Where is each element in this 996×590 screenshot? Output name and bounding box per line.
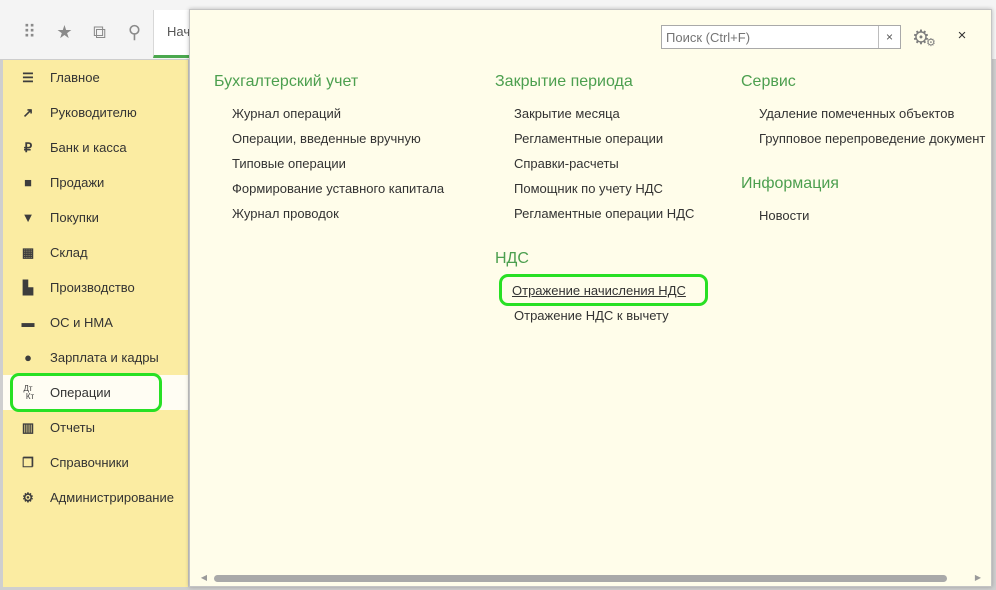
- link-routine-operations[interactable]: Регламентные операции: [514, 131, 663, 146]
- section-title-period-close: Закрытие периода: [495, 73, 633, 90]
- link-vat-deduction[interactable]: Отражение НДС к вычету: [514, 308, 669, 323]
- search-clear-button[interactable]: ×: [878, 26, 900, 48]
- sidebar-item-manager[interactable]: ↗ Руководителю: [3, 95, 188, 130]
- cart-icon: ▼: [21, 210, 35, 225]
- close-button[interactable]: ×: [954, 27, 970, 45]
- gear-icon: ⚙: [22, 489, 34, 505]
- sidebar-item-label: Отчеты: [50, 420, 95, 435]
- search-box: ×: [661, 25, 901, 49]
- sidebar-item-production[interactable]: ▙ Производство: [3, 270, 188, 305]
- toolbar-icons: ⠿ ★ ⧉ ⚲: [0, 0, 152, 60]
- link-typical-operations[interactable]: Типовые операции: [232, 156, 346, 171]
- link-entries-journal[interactable]: Журнал проводок: [232, 206, 339, 221]
- sidebar-item-label: Покупки: [50, 210, 99, 225]
- sidebar-item-label: Руководителю: [50, 105, 137, 120]
- sidebar-item-label: Справочники: [50, 455, 129, 470]
- tab-home[interactable]: Нач: [153, 10, 191, 58]
- sidebar-item-reports[interactable]: ▥ Отчеты: [3, 410, 188, 445]
- search-icon[interactable]: ⚲: [117, 20, 152, 44]
- sidebar-item-purchases[interactable]: ▼ Покупки: [3, 200, 188, 235]
- sidebar-item-admin[interactable]: ⚙ Администрирование: [3, 480, 188, 515]
- sidebar-item-label: ОС и НМА: [50, 315, 113, 330]
- link-group-repost[interactable]: Групповое перепроведение документ: [759, 131, 991, 146]
- sidebar-item-label: Склад: [50, 245, 88, 260]
- sidebar-item-label: Производство: [50, 280, 135, 295]
- section-title-service: Сервис: [741, 73, 796, 90]
- ruble-coin-icon: ₽: [23, 139, 33, 155]
- search-input[interactable]: [662, 26, 878, 48]
- star-icon[interactable]: ★: [47, 20, 82, 44]
- operations-highlight-frame: [10, 373, 162, 412]
- section-title-accounting: Бухгалтерский учет: [214, 73, 359, 90]
- sidebar-item-salary[interactable]: ● Зарплата и кадры: [3, 340, 188, 375]
- settings-gear-icon[interactable]: ⚙ ⚙: [912, 25, 940, 51]
- sidebar: ☰ Главное ↗ Руководителю ₽ Банк и касса …: [3, 60, 189, 587]
- link-delete-marked[interactable]: Удаление помеченных объектов: [759, 106, 954, 121]
- link-month-close[interactable]: Закрытие месяца: [514, 106, 620, 121]
- vat-accrual-highlight-frame: [499, 274, 708, 306]
- sidebar-item-label: Банк и касса: [50, 140, 127, 155]
- sidebar-item-assets[interactable]: ▬ ОС и НМА: [3, 305, 188, 340]
- horizontal-scrollbar[interactable]: ◀ ▶: [190, 571, 991, 585]
- link-manual-operations[interactable]: Операции, введенные вручную: [232, 131, 421, 146]
- menu-lines-icon: ☰: [22, 69, 34, 85]
- scrollbar-thumb[interactable]: [214, 575, 947, 582]
- section-title-info: Информация: [741, 175, 839, 192]
- sidebar-item-label: Продажи: [50, 175, 105, 190]
- shopping-bag-icon: ■: [24, 175, 32, 190]
- warehouse-grid-icon: ▦: [21, 244, 35, 260]
- operations-panel: × ⚙⚙ × Бухгалтерский учет Журнал операци…: [189, 9, 992, 587]
- scroll-left-arrow-icon[interactable]: ◀: [198, 573, 210, 583]
- section-title-vat: НДС: [495, 250, 529, 267]
- link-vat-routine-operations[interactable]: Регламентные операции НДС: [514, 206, 694, 221]
- link-vat-assistant[interactable]: Помощник по учету НДС: [514, 181, 663, 196]
- sidebar-item-sales[interactable]: ■ Продажи: [3, 165, 188, 200]
- link-news[interactable]: Новости: [759, 208, 809, 223]
- sidebar-item-catalogs[interactable]: ❐ Справочники: [3, 445, 188, 480]
- sidebar-item-warehouse[interactable]: ▦ Склад: [3, 235, 188, 270]
- sidebar-item-label: Зарплата и кадры: [50, 350, 159, 365]
- link-reference-calculations[interactable]: Справки-расчеты: [514, 156, 619, 171]
- sidebar-item-label: Администрирование: [50, 490, 174, 505]
- history-icon[interactable]: ⧉: [82, 20, 117, 44]
- apps-grid-icon[interactable]: ⠿: [12, 20, 47, 44]
- bar-chart-icon: ▥: [21, 419, 35, 435]
- sidebar-item-label: Главное: [50, 70, 100, 85]
- person-icon: ●: [24, 350, 32, 365]
- trend-icon: ↗: [22, 104, 34, 120]
- scroll-right-arrow-icon[interactable]: ▶: [972, 573, 984, 583]
- sidebar-item-main[interactable]: ☰ Главное: [3, 60, 188, 95]
- factory-icon: ▙: [23, 279, 33, 295]
- link-operations-journal[interactable]: Журнал операций: [232, 106, 341, 121]
- truck-icon: ▬: [21, 315, 35, 330]
- books-icon: ❐: [22, 454, 34, 470]
- link-capital-formation[interactable]: Формирование уставного капитала: [232, 181, 444, 196]
- sidebar-item-bank[interactable]: ₽ Банк и касса: [3, 130, 188, 165]
